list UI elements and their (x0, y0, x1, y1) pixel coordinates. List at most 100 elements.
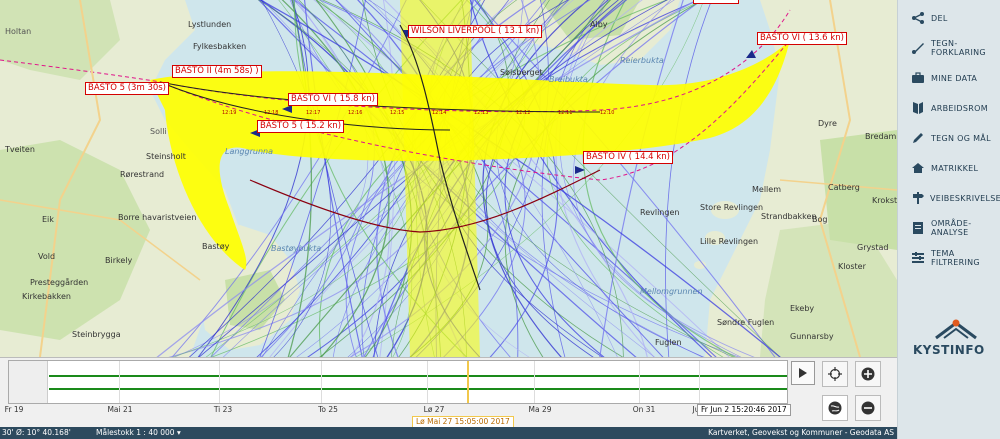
sidebar-item-cadastre[interactable]: MATRIKKEL (898, 153, 1000, 183)
globe-icon (828, 401, 842, 415)
track-timestamp: 12:17 (306, 110, 320, 116)
place-label: Alby (590, 20, 608, 29)
place-label: Sølsberget (500, 68, 543, 77)
place-label: Presteggården (30, 278, 89, 287)
vessel-label-basto-vi[interactable]: BASTO VI ( 15.8 kn) (288, 93, 378, 106)
filter-icon (908, 248, 928, 268)
share-icon (908, 8, 928, 28)
timeline-tick: Ti 23 (213, 405, 233, 414)
timeline-tick: To 25 (318, 405, 338, 414)
track-timestamp: 12:13 (474, 110, 488, 116)
sidebar-item-label: ARBEIDSROM (931, 103, 988, 113)
track-timestamp: 12:16 (348, 110, 362, 116)
workspace-icon (908, 98, 928, 118)
map-view[interactable]: 12:10 12:11 12:12 12:13 12:14 12:15 12:16 12:17… (0, 0, 897, 357)
timeline-data-bar (49, 375, 787, 377)
play-button[interactable] (791, 361, 815, 385)
place-label: Tveiten (5, 145, 35, 154)
place-label: Ekeby (790, 304, 815, 313)
place-label: Bog (812, 215, 828, 224)
locate-button[interactable] (822, 361, 848, 387)
track-timestamp: 12:14 (432, 110, 446, 116)
place-label: Lystlunden (188, 20, 232, 29)
attribution: Kartverket, Geovekst og Kommuner - Geoda… (708, 428, 894, 437)
sidebar-item-directions[interactable]: VEIBESKRIVELSE (898, 183, 1000, 213)
sidebar-item-label: TEGN- FORKLARING (931, 39, 986, 57)
timeline-cursor[interactable] (467, 361, 469, 403)
place-label: Catberg (828, 183, 860, 192)
timeline-tick: On 31 (632, 405, 656, 414)
sidebar-item-label: VEIBESKRIVELSE (930, 193, 1000, 203)
place-label: Eik (42, 215, 54, 224)
sidebar-item-share[interactable]: DEL (898, 3, 1000, 33)
track-timestamp: 12:19 (222, 110, 236, 116)
place-label: Steinsholt (146, 152, 186, 161)
place-label: Bredamn (865, 132, 897, 141)
timeline-panel: Fr 19 Mai 21 Ti 23 To 25 Lø 27 Ma 29 On … (0, 357, 897, 428)
basemap-button[interactable] (822, 395, 848, 421)
vessel-label-top-right[interactable] (693, 0, 739, 4)
track-timestamp: 12:10 (600, 110, 614, 116)
place-label: Birkely (105, 256, 133, 265)
track-timestamp: 12:12 (516, 110, 530, 116)
sidebar-item-label: OMRÅDE- ANALYSE (931, 219, 972, 237)
place-label: Mellomgrunnen (640, 287, 703, 296)
place-label: Reierbukta (620, 56, 664, 65)
timeline-track[interactable] (8, 360, 788, 404)
place-label: Gunnarsby (790, 332, 834, 341)
timeline-tick: Ma 29 (528, 405, 552, 414)
vessel-label-wilson-liverpool[interactable]: WILSON LIVERPOOL ( 13.1 kn) (408, 25, 543, 38)
place-label: Krokstad (872, 196, 897, 205)
sidebar-item-label: TEGN OG MÅL (931, 133, 991, 143)
coordinates-readout: 30' Ø: 10° 40.168' (2, 428, 71, 437)
place-label: Fylkesbakken (193, 42, 247, 51)
place-label: Bastøy (202, 242, 230, 251)
sidebar-item-label: MATRIKKEL (931, 163, 979, 173)
vessel-label-basto-vi-east[interactable]: BASTO VI ( 13.6 kn) (757, 32, 847, 45)
sidebar-item-label: DEL (931, 13, 948, 23)
play-icon (799, 368, 807, 378)
crosshair-icon (828, 367, 842, 381)
briefcase-icon (908, 68, 928, 88)
place-label: Solli (150, 127, 167, 136)
scale-selector[interactable]: Målestokk 1 : 40 000 ▾ (96, 427, 181, 439)
sidebar-item-draw-measure[interactable]: TEGN OG MÅL (898, 123, 1000, 153)
place-label: Bastøybukta (271, 244, 322, 253)
vessel-label-basto-5-duration[interactable]: BASTO 5 (3m 30s) (85, 82, 170, 95)
track-timestamp: 12:18 (264, 110, 278, 116)
sidebar-item-workspace[interactable]: ARBEIDSROM (898, 93, 1000, 123)
place-label: Dyre (818, 119, 837, 128)
place-label: Vold (38, 252, 56, 261)
legend-icon (908, 38, 928, 58)
vessel-label-basto-iv[interactable]: BASTO IV ( 14.4 kn) (583, 151, 673, 164)
plus-icon (861, 367, 875, 381)
vessel-label-basto-ii[interactable]: BASTO II (4m 58s) ) (172, 65, 262, 78)
place-label: Strandbakken (761, 212, 817, 221)
place-label: Steinbrygga (72, 330, 121, 339)
sidebar-item-my-data[interactable]: MINE DATA (898, 63, 1000, 93)
place-label: Kirkebakken (22, 292, 71, 301)
sidebar-item-legend[interactable]: TEGN- FORKLARING (898, 33, 1000, 63)
timeline-tick: Fr 19 (4, 405, 24, 414)
place-label: Revlingen (640, 208, 680, 217)
vessel-label-basto-5[interactable]: BASTO 5 ( 15.2 kn) (257, 120, 345, 133)
place-label: Mellem (752, 185, 781, 194)
track-timestamp: 12:15 (390, 110, 404, 116)
status-bar: 30' Ø: 10° 40.168' Målestokk 1 : 40 000 … (0, 427, 897, 439)
timeline-tick: Mai 21 (107, 405, 133, 414)
place-label: Store Revlingen (700, 203, 764, 212)
pencil-icon (908, 128, 928, 148)
sidebar-item-theme-filter[interactable]: TEMA FILTRERING (898, 243, 1000, 273)
end-time-label: Fr Jun 2 15:20:46 2017 (697, 404, 791, 416)
zoom-out-button[interactable] (855, 395, 881, 421)
place-label: Fuglen (655, 338, 682, 347)
place-label: Breibukta (549, 75, 588, 84)
track-timestamp: 12:11 (558, 110, 572, 116)
sidebar-item-area-analysis[interactable]: OMRÅDE- ANALYSE (898, 213, 1000, 243)
place-label: Grystad (857, 243, 889, 252)
place-label: Langgrunna (225, 147, 273, 156)
zoom-in-button[interactable] (855, 361, 881, 387)
place-label: Søndre Fuglen (717, 318, 775, 327)
logo-text: KYSTINFO (913, 343, 985, 357)
place-label: Borre havaristveien (118, 213, 197, 222)
